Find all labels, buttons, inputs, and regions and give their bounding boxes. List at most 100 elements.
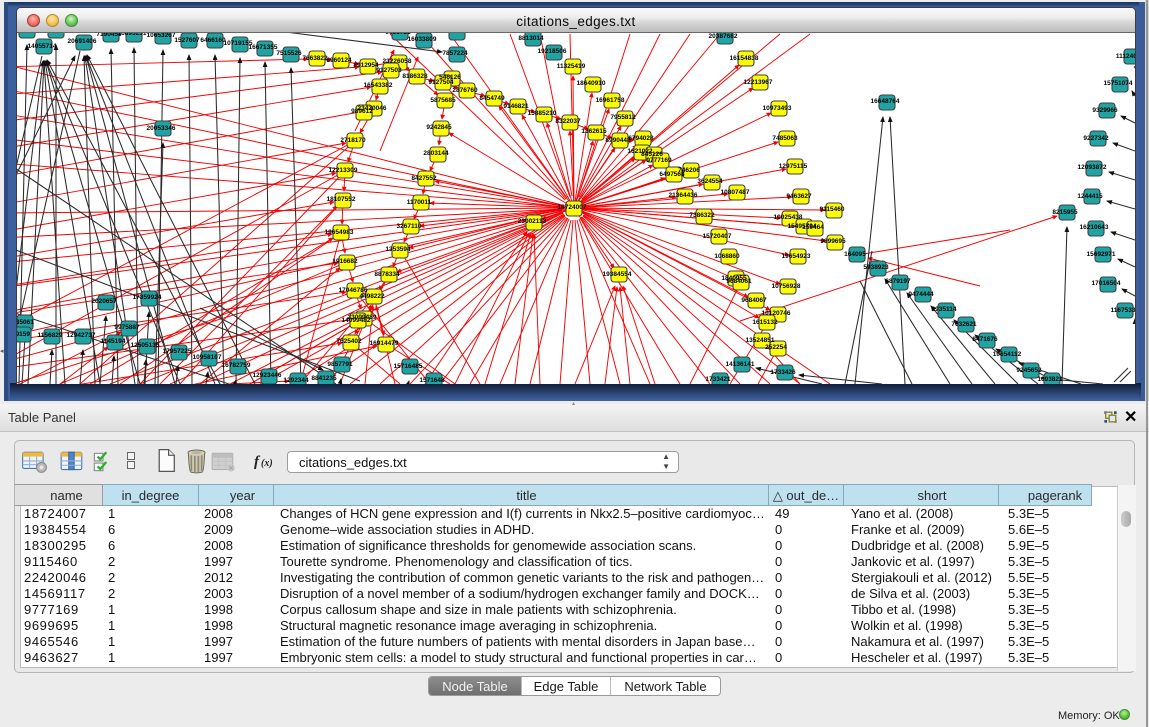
svg-text:16671355: 16671355 — [249, 44, 278, 51]
svg-text:5938923: 5938923 — [863, 264, 889, 271]
svg-text:14136141: 14136141 — [726, 361, 755, 368]
svg-text:1916682: 1916682 — [332, 258, 358, 265]
svg-text:1615132: 1615132 — [752, 319, 778, 326]
svg-text:9463627: 9463627 — [786, 193, 812, 200]
svg-text:8427552: 8427552 — [411, 175, 437, 182]
svg-text:7515526: 7515526 — [276, 50, 302, 57]
svg-text:23002113: 23002113 — [518, 218, 547, 225]
svg-text:12975115: 12975115 — [779, 163, 808, 170]
svg-text:12942737: 12942737 — [67, 332, 96, 339]
svg-text:15885210: 15885210 — [528, 110, 557, 117]
svg-text:4498222: 4498222 — [359, 293, 385, 300]
svg-text:7857224: 7857224 — [442, 50, 468, 57]
svg-text:9857791: 9857791 — [327, 361, 353, 368]
svg-text:16914479: 16914479 — [370, 340, 399, 347]
svg-text:18107552: 18107552 — [327, 196, 356, 203]
svg-text:17016504: 17016504 — [1092, 280, 1121, 287]
svg-text:19654923: 19654923 — [782, 253, 811, 260]
svg-text:2469714: 2469714 — [17, 33, 38, 34]
svg-text:10973493: 10973493 — [763, 105, 792, 112]
svg-text:6466160: 6466160 — [200, 37, 226, 44]
svg-text:1093821: 1093821 — [1037, 376, 1063, 383]
svg-text:18640910: 18640910 — [577, 80, 606, 87]
svg-text:8841235: 8841235 — [311, 375, 337, 382]
svg-text:8471676: 8471676 — [972, 336, 998, 343]
svg-text:746206: 746206 — [678, 167, 700, 174]
svg-text:9127503: 9127503 — [376, 67, 402, 74]
svg-text:9899695: 9899695 — [820, 238, 846, 245]
svg-text:2020657: 2020657 — [91, 298, 117, 305]
svg-text:9975887: 9975887 — [114, 324, 140, 331]
svg-text:2876760: 2876760 — [452, 87, 478, 94]
svg-text:9684067: 9684067 — [741, 297, 767, 304]
svg-text:9777169: 9777169 — [646, 157, 672, 164]
svg-text:1244415: 1244415 — [1077, 193, 1103, 200]
svg-text:9684061: 9684061 — [726, 278, 752, 285]
svg-text:9127504: 9127504 — [428, 79, 454, 86]
svg-text:159464: 159464 — [802, 224, 824, 231]
svg-text:19218506: 19218506 — [538, 48, 567, 55]
svg-text:9227342: 9227342 — [1083, 135, 1109, 142]
svg-text:5875685: 5875685 — [430, 97, 456, 104]
svg-text:1571648: 1571648 — [419, 377, 445, 384]
svg-text:1733426: 1733426 — [770, 369, 796, 376]
svg-text:10756928: 10756928 — [772, 283, 801, 290]
svg-text:10653267: 10653267 — [147, 33, 176, 39]
svg-text:10120746: 10120746 — [762, 310, 791, 317]
svg-text:12213967: 12213967 — [744, 79, 773, 86]
svg-text:989612: 989612 — [351, 108, 373, 115]
svg-text:20387682: 20387682 — [709, 33, 738, 40]
svg-text:3267110: 3267110 — [397, 223, 422, 230]
svg-text:16782759: 16782759 — [222, 362, 251, 369]
svg-text:3624554: 3624554 — [697, 178, 723, 185]
svg-text:1353594: 1353594 — [385, 246, 411, 253]
svg-text:8878334: 8878334 — [374, 271, 400, 278]
svg-text:16648764: 16648764 — [871, 98, 900, 105]
svg-text:11124047: 11124047 — [1116, 53, 1135, 60]
svg-text:7955812: 7955812 — [610, 114, 636, 121]
svg-text:1733421: 1733421 — [705, 376, 731, 383]
svg-text:7663822: 7663822 — [302, 55, 328, 62]
svg-text:1527607: 1527607 — [174, 37, 200, 44]
svg-text:1905397: 1905397 — [41, 33, 67, 34]
svg-text:12923446: 12923446 — [253, 372, 282, 379]
svg-text:1170011: 1170011 — [407, 199, 432, 206]
svg-text:8186328: 8186328 — [402, 73, 428, 80]
svg-text:16210643: 16210643 — [1080, 224, 1109, 231]
svg-text:9146821: 9146821 — [503, 103, 529, 110]
svg-text:1167533: 1167533 — [1111, 307, 1135, 314]
svg-text:6879197: 6879197 — [885, 278, 911, 285]
svg-text:8912954: 8912954 — [353, 62, 379, 69]
svg-text:(x): (x) — [261, 458, 273, 469]
svg-text:14055714: 14055714 — [28, 43, 57, 50]
svg-text:23226058: 23226058 — [383, 58, 412, 65]
svg-text:16893231: 16893231 — [118, 33, 147, 37]
svg-text:13524851: 13524851 — [746, 337, 775, 344]
svg-text:14099482: 14099482 — [342, 317, 371, 324]
svg-text:12505135: 12505135 — [131, 342, 160, 349]
svg-text:10654112: 10654112 — [993, 351, 1022, 358]
svg-text:1145194: 1145194 — [101, 338, 126, 345]
svg-text:15720407: 15720407 — [703, 233, 732, 240]
svg-text:10958107: 10958107 — [193, 354, 222, 361]
svg-text:8322037: 8322037 — [555, 118, 581, 125]
svg-text:9245652: 9245652 — [1016, 367, 1042, 374]
svg-text:21364436: 21364436 — [669, 192, 698, 199]
svg-text:17359924: 17359924 — [133, 294, 162, 301]
svg-text:10807487: 10807487 — [721, 189, 750, 196]
svg-text:11325419: 11325419 — [557, 63, 586, 70]
svg-text:12093872: 12093872 — [1078, 164, 1107, 171]
svg-text:9474444: 9474444 — [908, 291, 934, 298]
svg-text:f: f — [254, 454, 261, 470]
svg-text:164095: 164095 — [844, 251, 866, 258]
svg-text:39159: 39159 — [17, 331, 30, 338]
svg-text:7386322: 7386322 — [689, 212, 715, 219]
svg-text:17957225: 17957225 — [163, 348, 192, 355]
svg-text:2935114: 2935114 — [932, 306, 957, 313]
svg-text:2718170: 2718170 — [340, 137, 366, 144]
svg-text:8215955: 8215955 — [1052, 209, 1078, 216]
svg-text:835061: 835061 — [17, 319, 34, 326]
svg-text:9115460: 9115460 — [820, 206, 845, 213]
svg-text:1292344: 1292344 — [283, 377, 309, 384]
svg-text:1362615: 1362615 — [581, 128, 607, 135]
